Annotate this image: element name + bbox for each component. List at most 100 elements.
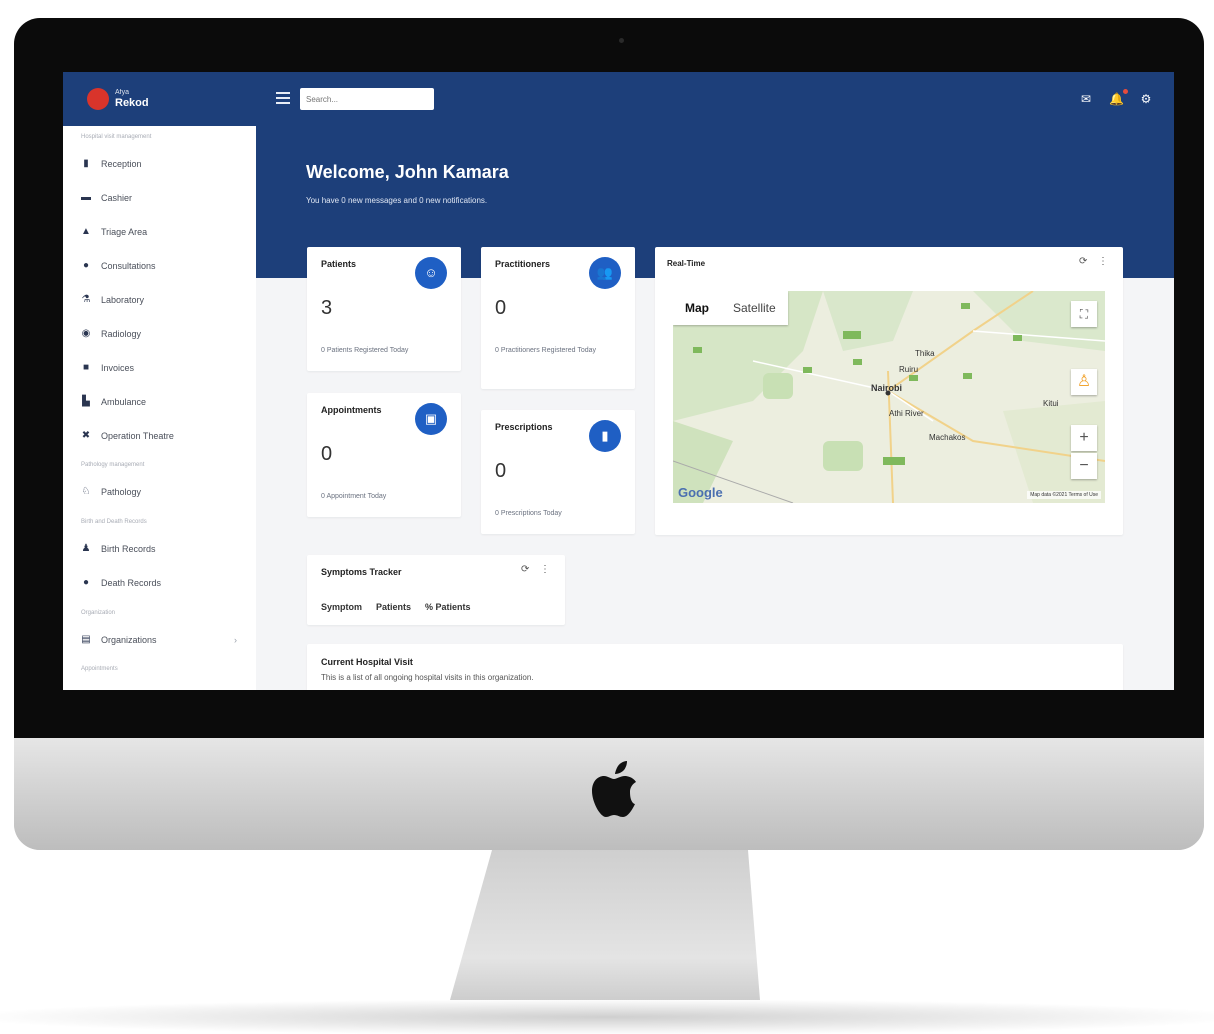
map-type-toggle[interactable]: Map Satellite: [673, 291, 788, 325]
chevron-right-icon: ›: [234, 635, 237, 645]
sidebar-item-label: Cashier: [101, 193, 133, 203]
card-subtitle: This is a list of all ongoing hospital v…: [321, 673, 534, 682]
sidebar-item-label: Operation Theatre: [101, 431, 174, 441]
practitioners-count: 0: [495, 297, 507, 319]
apple-logo-icon: [592, 761, 636, 817]
appointments-card[interactable]: Appointments ▣ 0 0 Appointment Today: [307, 393, 461, 517]
patients-card[interactable]: Patients ☺ 3 0 Patients Registered Today: [307, 247, 461, 371]
google-logo: Google: [678, 485, 723, 500]
sidebar-item-cashier[interactable]: ▬ Cashier: [81, 188, 251, 208]
sidebar-item-operation-theatre[interactable]: ✖ Operation Theatre: [81, 426, 251, 446]
reception-icon: ▮: [83, 158, 89, 169]
brand-logo-icon: [87, 88, 109, 110]
card-footer: 0 Prescriptions Today: [495, 510, 562, 517]
sidebar-section-appointments: Appointments: [81, 666, 118, 672]
refresh-icon[interactable]: ⟳: [1079, 256, 1087, 267]
app-screen: Afya Rekod ✉ 🔔 ⚙ Hospital visit manageme…: [63, 72, 1174, 690]
menu-toggle-icon[interactable]: [276, 92, 290, 104]
brand-name: Afya Rekod: [115, 87, 149, 109]
map-place-label: Athi River: [889, 409, 924, 418]
card-title: Real-Time: [667, 259, 706, 268]
triage-icon: ▲: [81, 226, 91, 237]
map-attribution[interactable]: Map data ©2021 Terms of Use: [1027, 491, 1101, 499]
bell-icon[interactable]: 🔔: [1109, 92, 1124, 106]
zoom-in-icon[interactable]: +: [1071, 425, 1097, 451]
zoom-out-icon[interactable]: −: [1071, 453, 1097, 479]
sidebar-item-death-records[interactable]: ● Death Records: [81, 573, 251, 593]
sidebar-item-label: Death Records: [101, 578, 162, 588]
sidebar-section-hospital: Hospital visit management: [81, 134, 152, 140]
sidebar-item-label: Birth Records: [101, 544, 156, 554]
invoice-icon: ■: [82, 362, 90, 373]
sidebar-item-label: Laboratory: [101, 295, 145, 305]
sidebar-item-ambulance[interactable]: ▙ Ambulance: [81, 392, 251, 412]
map-place-label: Ruiru: [899, 365, 919, 374]
street-view-icon[interactable]: ♙: [1071, 369, 1097, 395]
consultation-icon: ●: [82, 260, 90, 271]
search-input[interactable]: [300, 88, 434, 110]
appointments-count: 0: [321, 443, 333, 465]
sidebar-item-label: Ambulance: [101, 397, 147, 407]
column-header: Symptom: [321, 602, 363, 612]
prescriptions-card[interactable]: Prescriptions ▮ 0 0 Prescriptions Today: [481, 410, 635, 534]
ambulance-icon: ▙: [82, 396, 90, 407]
column-header: % Patients: [425, 602, 471, 612]
radiology-icon: ◉: [81, 328, 91, 339]
sidebar-item-reception[interactable]: ▮ Reception: [81, 154, 251, 174]
map-tab[interactable]: Map: [673, 301, 721, 315]
gear-icon[interactable]: ⚙: [1139, 92, 1153, 106]
fullscreen-icon[interactable]: ⛶: [1071, 301, 1097, 327]
sidebar-item-radiology[interactable]: ◉ Radiology: [81, 324, 251, 344]
cashier-icon: ▬: [81, 192, 91, 203]
sidebar-item-invoices[interactable]: ■ Invoices: [81, 358, 251, 378]
page-title: Welcome, John Kamara: [306, 162, 509, 182]
card-title: Appointments: [321, 405, 382, 415]
sidebar-section-pathology: Pathology management: [81, 462, 145, 468]
card-footer: 0 Practitioners Registered Today: [495, 347, 597, 354]
card-title: Practitioners: [495, 259, 551, 269]
sidebar-item-birth-records[interactable]: ♟ Birth Records: [81, 539, 251, 559]
sidebar-item-triage[interactable]: ▲ Triage Area: [81, 222, 251, 242]
map-view[interactable]: Map Satellite Nairobi Ruiru Thika Athi R…: [673, 291, 1105, 503]
practitioners-icon: 👥: [589, 257, 621, 289]
brand[interactable]: Afya Rekod: [63, 72, 256, 126]
birth-icon: ♟: [81, 543, 91, 554]
notification-dot: [1123, 89, 1128, 94]
sidebar-section-organization: Organization: [81, 610, 116, 616]
refresh-icon[interactable]: ⟳: [521, 564, 529, 575]
sidebar-item-label: Consultations: [101, 261, 156, 271]
pathology-icon: ♘: [81, 486, 91, 497]
symptoms-tracker-card: Symptoms Tracker ⟳ ⋮ Symptom Patients % …: [307, 555, 565, 625]
more-options-icon[interactable]: ⋮: [540, 564, 550, 575]
sidebar-item-label: Organizations: [101, 635, 157, 645]
messages-icon[interactable]: ✉: [1079, 92, 1093, 106]
sidebar-item-pathology[interactable]: ♘ Pathology: [81, 482, 251, 502]
realtime-card: Real-Time ⟳ ⋮ Map Satellite Nairobi Ruir…: [655, 247, 1123, 535]
sidebar-section-birth-death: Birth and Death Records: [81, 519, 147, 525]
card-title: Current Hospital Visit: [321, 657, 413, 667]
stand-shadow: [0, 1000, 1214, 1034]
operation-icon: ✖: [81, 430, 91, 441]
sidebar-item-label: Invoices: [101, 363, 135, 373]
sidebar-item-label: Reception: [101, 159, 142, 169]
tracker-table-header: Symptom Patients % Patients: [321, 602, 471, 612]
patients-icon: ☺: [415, 257, 447, 289]
sidebar-item-label: Pathology: [101, 487, 142, 497]
sidebar-item-label: Radiology: [101, 329, 142, 339]
sidebar-item-consultations[interactable]: ● Consultations: [81, 256, 251, 276]
laboratory-icon: ⚗: [81, 294, 91, 305]
appointments-icon: ▣: [415, 403, 447, 435]
sidebar: Hospital visit management ▮ Reception ▬ …: [63, 126, 256, 690]
map-place-label: Kitui: [1043, 399, 1059, 408]
current-visits-card: Current Hospital Visit This is a list of…: [307, 644, 1123, 690]
sidebar-item-laboratory[interactable]: ⚗ Laboratory: [81, 290, 251, 310]
brand-title: Rekod: [115, 97, 149, 109]
prescriptions-icon: ▮: [589, 420, 621, 452]
top-navbar: Afya Rekod ✉ 🔔 ⚙: [63, 72, 1174, 126]
practitioners-card[interactable]: Practitioners 👥 0 0 Practitioners Regist…: [481, 247, 635, 389]
card-title: Prescriptions: [495, 422, 553, 432]
more-options-icon[interactable]: ⋮: [1098, 256, 1108, 267]
sidebar-item-organizations[interactable]: ▤ Organizations ›: [81, 630, 251, 650]
card-footer: 0 Patients Registered Today: [321, 347, 409, 354]
satellite-tab[interactable]: Satellite: [721, 301, 788, 315]
